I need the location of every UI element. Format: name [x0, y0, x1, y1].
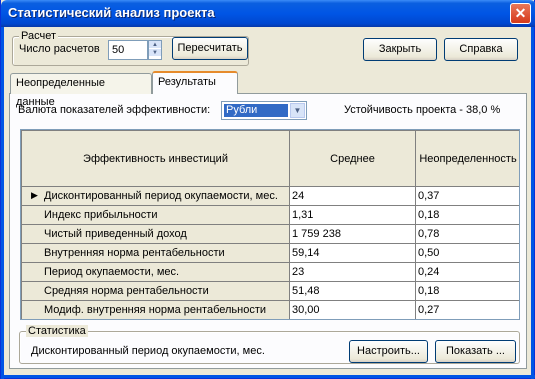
row-uncertainty[interactable]: 0,78 [415, 224, 519, 244]
column-header[interactable]: Неопределенность [415, 130, 519, 187]
triangle-right-icon: ▶ [31, 190, 38, 200]
row-mean[interactable]: 24 [289, 186, 416, 206]
table-row[interactable]: ▶ Дисконтированный период окупаемости, ме… [21, 186, 519, 206]
table-row[interactable]: Индекс прибыльности 1,31 0,18 [21, 205, 519, 225]
row-name: Модиф. внутренняя норма рентабельности [44, 304, 267, 316]
table-row[interactable]: Модиф. внутренняя норма рентабельности 3… [21, 300, 519, 319]
column-header[interactable]: Эффективность инвестиций [21, 130, 290, 187]
row-uncertainty[interactable]: 0,24 [415, 262, 519, 282]
row-mean[interactable]: 1 759 238 [289, 224, 416, 244]
row-name: Внутренняя норма рентабельности [44, 247, 225, 259]
setup-button[interactable]: Настроить... [349, 340, 428, 363]
row-uncertainty[interactable]: 0,18 [415, 205, 519, 225]
row-uncertainty[interactable]: 0,50 [415, 243, 519, 263]
table-header-row: Эффективность инвестиций Среднее Неопред… [21, 130, 519, 187]
results-table: Эффективность инвестиций Среднее Неопред… [20, 129, 520, 320]
row-mean[interactable]: 23 [289, 262, 416, 282]
statistics-current: Дисконтированный период окупаемости, мес… [31, 345, 265, 357]
window-frame-bottom [1, 375, 535, 378]
table-row[interactable]: Внутренняя норма рентабельности 59,14 0,… [21, 243, 519, 263]
row-name: Индекс прибыльности [44, 209, 158, 221]
statistics-group-label: Статистика [26, 325, 88, 337]
chevron-down-icon[interactable]: ▼ [290, 103, 305, 118]
row-uncertainty[interactable]: 0,27 [415, 300, 519, 319]
help-button[interactable]: Справка [444, 38, 518, 61]
window-frame-right [531, 27, 534, 379]
row-mean[interactable]: 59,14 [289, 243, 416, 263]
window-title: Статистический анализ проекта [8, 5, 215, 20]
row-mean[interactable]: 51,48 [289, 281, 416, 301]
spin-up-icon[interactable]: ▲ [149, 41, 161, 49]
table-row[interactable]: Период окупаемости, мес. 23 0,24 [21, 262, 519, 282]
table-row[interactable]: Чистый приведенный доход 1 759 238 0,78 [21, 224, 519, 244]
currency-select-value: Рубли [224, 104, 288, 117]
recalculate-button[interactable]: Пересчитать [172, 37, 248, 60]
row-name: Дисконтированный период окупаемости, мес… [44, 190, 278, 202]
currency-label: Валюта показателей эффективности: [18, 104, 211, 116]
calc-group-label: Расчет [19, 30, 58, 42]
tab-results[interactable]: Результаты [152, 71, 238, 94]
table-row[interactable]: Средняя норма рентабельности 51,48 0,18 [21, 281, 519, 301]
row-uncertainty[interactable]: 0,18 [415, 281, 519, 301]
tab-uncertain-data[interactable]: Неопределенные данные [10, 73, 152, 108]
stability-text: Устойчивость проекта - 38,0 % [344, 104, 501, 116]
row-uncertainty[interactable]: 0,37 [415, 186, 519, 206]
show-button[interactable]: Показать ... [435, 340, 516, 363]
main-window: Статистический анализ проекта ✕ Расчет Ч… [0, 0, 535, 379]
spin-down-icon[interactable]: ▼ [149, 49, 161, 57]
row-mean[interactable]: 30,00 [289, 300, 416, 319]
row-mean[interactable]: 1,31 [289, 205, 416, 225]
close-window-button[interactable]: ✕ [510, 3, 531, 24]
count-input[interactable]: 50 [108, 40, 148, 60]
window-frame-left [1, 27, 4, 379]
count-label: Число расчетов [19, 43, 100, 55]
currency-select[interactable]: Рубли ▼ [221, 101, 307, 120]
close-button[interactable]: Закрыть [363, 38, 437, 61]
count-stepper[interactable]: ▲ ▼ [148, 40, 162, 60]
row-name: Период окупаемости, мес. [44, 266, 180, 278]
title-bar[interactable]: Статистический анализ проекта ✕ [1, 0, 535, 27]
row-name: Средняя норма рентабельности [44, 285, 209, 297]
column-header[interactable]: Среднее [289, 130, 416, 187]
row-name: Чистый приведенный доход [44, 228, 187, 240]
